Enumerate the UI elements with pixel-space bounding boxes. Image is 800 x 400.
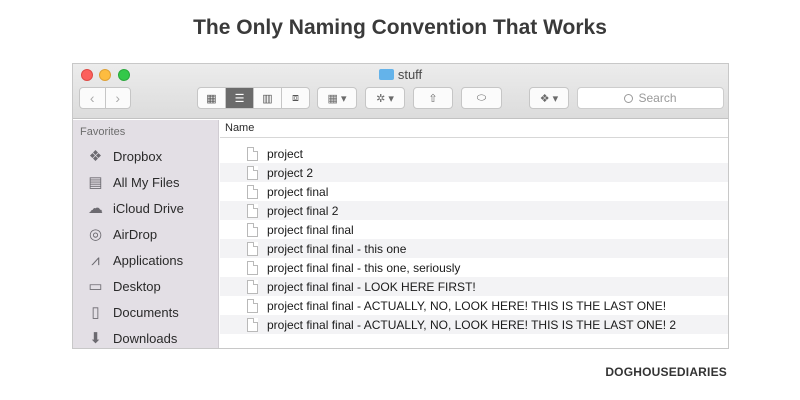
tags-button[interactable]: ⬭ — [461, 87, 502, 109]
share-button[interactable]: ⇧ — [413, 87, 453, 109]
documents-icon: ▯ — [91, 303, 100, 321]
file-row[interactable]: project final — [220, 182, 728, 201]
file-name: project final final - ACTUALLY, NO, LOOK… — [267, 317, 677, 332]
comic-credit: DOGHOUSEDIARIES — [605, 365, 727, 379]
sidebar-item-label: All My Files — [113, 174, 180, 190]
document-icon — [247, 317, 258, 332]
window-toolbar: stuff ‹ › ▦ ☰ ▥ ⧈ ▦ ▾ ✲ ▾ ⇧ ⬭ ❖ ▾ Search — [73, 64, 728, 119]
file-name: project final final - this one — [267, 241, 407, 256]
sidebar-item-label: Dropbox — [113, 148, 163, 164]
file-name: project final — [267, 184, 329, 199]
file-row[interactable]: project 2 — [220, 163, 728, 182]
sidebar-item-label: AirDrop — [113, 226, 158, 242]
view-mode-control: ▦ ☰ ▥ ⧈ — [197, 87, 310, 109]
search-placeholder: Search — [638, 91, 677, 105]
folder-icon — [378, 69, 394, 80]
document-icon — [247, 260, 258, 275]
sidebar-item-applications[interactable]: ⩘ Applications — [87, 250, 183, 270]
window-title-text: stuff — [397, 67, 423, 82]
sidebar-item-documents[interactable]: ▯ Documents — [87, 302, 179, 322]
action-gear-button[interactable]: ✲ ▾ — [365, 87, 405, 109]
back-button[interactable]: ‹ — [80, 88, 105, 108]
forward-button[interactable]: › — [104, 88, 131, 108]
document-icon — [247, 146, 258, 161]
cover-flow-icon[interactable]: ⧈ — [281, 88, 309, 108]
file-name: project final final - this one, seriousl… — [267, 260, 461, 275]
document-icon — [247, 165, 258, 180]
finder-window: stuff ‹ › ▦ ☰ ▥ ⧈ ▦ ▾ ✲ ▾ ⇧ ⬭ ❖ ▾ Search… — [72, 63, 729, 349]
document-icon — [247, 203, 258, 218]
document-icon — [247, 184, 258, 199]
arrange-button[interactable]: ▦ ▾ — [317, 87, 357, 109]
file-row[interactable]: project final final - this one — [220, 239, 728, 258]
search-field[interactable]: Search — [577, 87, 724, 109]
sidebar-item-desktop[interactable]: ▭ Desktop — [87, 276, 161, 296]
file-name: project final final — [267, 222, 354, 237]
airdrop-icon: ◎ — [88, 225, 103, 243]
document-icon — [247, 298, 258, 313]
sidebar-heading: Favorites — [80, 126, 126, 138]
file-row[interactable]: project final final - LOOK HERE FIRST! — [220, 277, 728, 296]
sidebar-item-airdrop[interactable]: ◎ AirDrop — [87, 224, 157, 244]
downloads-icon: ⬇ — [89, 329, 102, 347]
dropbox-icon: ❖ — [88, 147, 103, 165]
comic-title: The Only Naming Convention That Works — [193, 16, 607, 39]
icon-view-icon[interactable]: ▦ — [198, 88, 225, 108]
sidebar-item-icloud-drive[interactable]: ☁ iCloud Drive — [87, 198, 184, 218]
file-list: project project 2 project final project fin… — [220, 144, 728, 334]
search-icon — [624, 93, 634, 103]
window-title: stuff — [73, 67, 728, 82]
sidebar-item-label: Desktop — [113, 278, 161, 294]
sidebar-item-label: Applications — [113, 252, 184, 268]
sidebar-item-label: iCloud Drive — [113, 200, 184, 216]
dropbox-menu-button[interactable]: ❖ ▾ — [529, 87, 569, 109]
all-my-files-icon: ▤ — [88, 173, 103, 191]
sidebar-item-all-my-files[interactable]: ▤ All My Files — [87, 172, 179, 192]
document-icon — [247, 279, 258, 294]
file-row[interactable]: project final final - this one, seriousl… — [220, 258, 728, 277]
list-view-icon[interactable]: ☰ — [225, 88, 253, 108]
name-column-header[interactable]: Name — [220, 120, 728, 138]
file-name: project final 2 — [267, 203, 339, 218]
file-name: project 2 — [267, 165, 314, 180]
file-row[interactable]: project final final - ACTUALLY, NO, LOOK… — [220, 315, 728, 334]
document-icon — [247, 241, 258, 256]
file-row[interactable]: project final 2 — [220, 201, 728, 220]
document-icon — [247, 222, 258, 237]
file-row[interactable]: project — [220, 144, 728, 163]
back-forward-control: ‹ › — [79, 87, 131, 109]
sidebar-item-downloads[interactable]: ⬇ Downloads — [87, 328, 177, 348]
column-view-icon[interactable]: ▥ — [253, 88, 281, 108]
sidebar-item-label: Documents — [113, 304, 179, 320]
file-name: project — [267, 146, 304, 161]
cloud-icon: ☁ — [88, 199, 103, 217]
sidebar-item-dropbox[interactable]: ❖ Dropbox — [87, 146, 162, 166]
file-row[interactable]: project final final — [220, 220, 728, 239]
applications-icon: ⩘ — [91, 251, 100, 269]
sidebar-item-label: Downloads — [113, 330, 178, 346]
file-name: project final final - ACTUALLY, NO, LOOK… — [267, 298, 667, 313]
file-name: project final final - LOOK HERE FIRST! — [267, 279, 476, 294]
file-row[interactable]: project final final - ACTUALLY, NO, LOOK… — [220, 296, 728, 315]
desktop-icon: ▭ — [88, 277, 103, 295]
